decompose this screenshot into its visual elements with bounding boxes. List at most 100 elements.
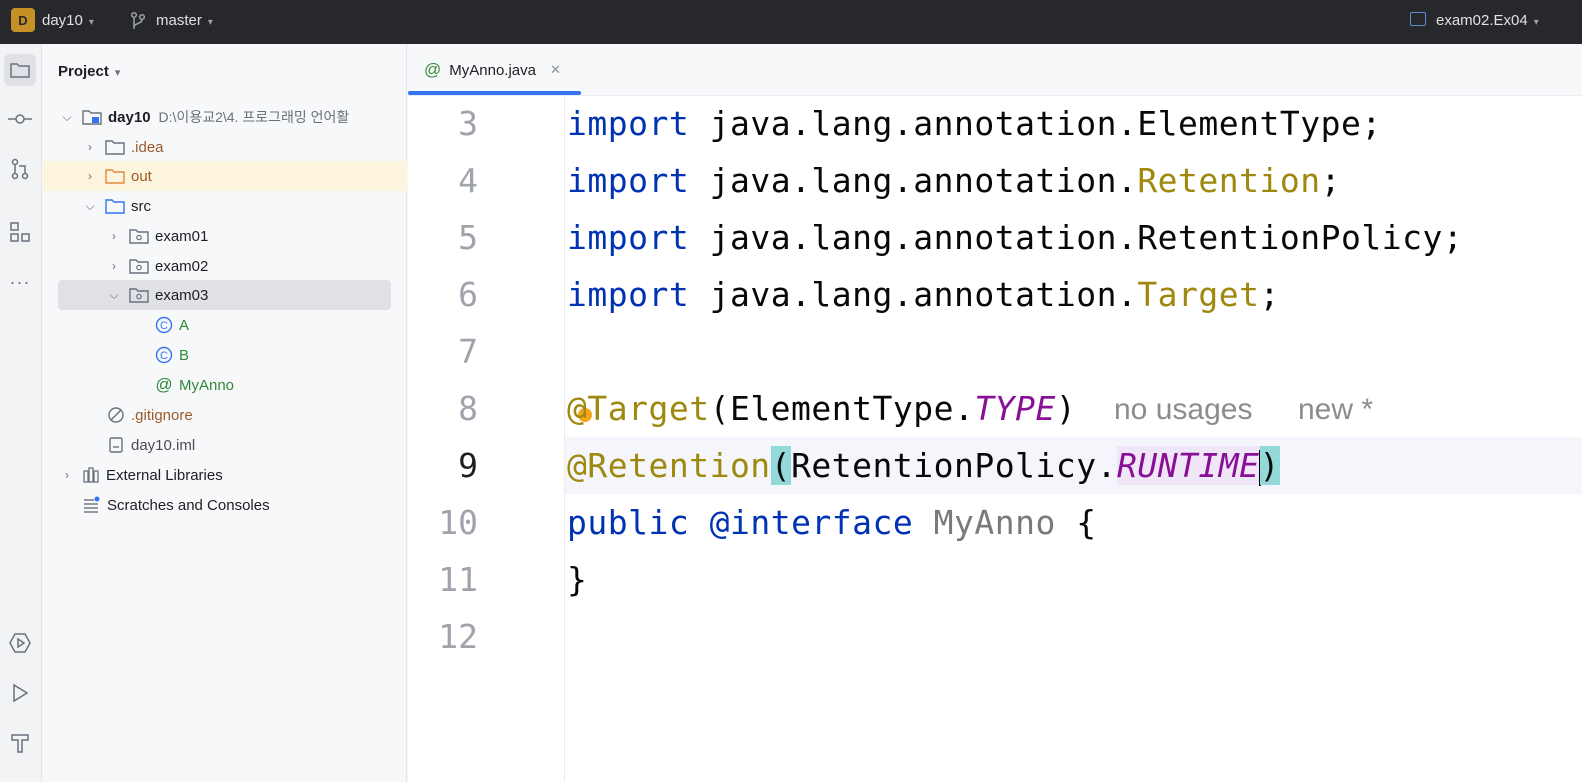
tree-item-exam03[interactable]: ⌵ exam03 [107,280,208,310]
line-number: 6 [458,275,478,314]
project-view-selector[interactable]: Project ▾ [58,63,120,80]
module-icon [82,108,102,126]
title-bar: D day10 ▾ master ▾ exam02.Ex04 ▾ [0,0,1582,44]
code-text: java.lang.annotation. [689,161,1138,200]
project-name: day10 [42,12,83,29]
chevron-right-icon[interactable]: › [60,468,74,482]
keyword: import [567,161,690,200]
folder-icon [10,63,30,78]
tree-item-external-libraries[interactable]: › External Libraries [60,460,223,490]
svg-text:C: C [160,320,168,332]
close-icon[interactable]: ✕ [550,62,561,78]
code-text: (ElementType. [709,389,975,428]
tree-item-out[interactable]: › out [83,161,152,191]
tree-item-label: day10 [108,108,151,126]
tree-item-idea[interactable]: › .idea [83,132,164,162]
run-config-icon [1410,12,1426,26]
class-ref: Retention [1137,161,1321,200]
chevron-down-icon[interactable]: ⌵ [60,110,74,125]
tree-item-label: exam03 [155,286,209,304]
chevron-down-icon: ▾ [114,67,121,79]
line-number: 7 [458,332,478,371]
annotation-icon: @ [424,60,442,79]
svg-text:C: C [160,350,168,362]
code-line-4[interactable]: import java.lang.annotation.Retention; [567,161,1341,200]
tree-item-label: exam01 [155,227,209,245]
tree-item-label: out [131,167,152,185]
chevron-right-icon[interactable]: › [83,140,97,154]
run-config-selector[interactable]: exam02.Ex04 ▾ [1436,12,1539,29]
services-tool-button[interactable] [4,627,36,659]
code-line-10[interactable]: public @interface MyAnno { [567,503,1097,542]
tab-myanno-java[interactable]: @ MyAnno.java ✕ [408,44,581,96]
structure-tool-button[interactable] [4,216,36,248]
author-hint[interactable]: new * [1298,393,1373,427]
git-branch-icon[interactable] [129,11,147,31]
code-text: java.lang.annotation. [689,275,1138,314]
tree-item-day10[interactable]: ⌵ day10 D:\이용교2\4. 프로그래밍 언어활 [60,102,349,132]
tree-item-myanno[interactable]: @ MyAnno [155,370,234,400]
code-text: { [1076,503,1097,542]
class-icon: C [155,316,173,334]
chevron-right-icon[interactable]: › [107,259,121,273]
more-tools-button[interactable]: ··· [4,266,36,298]
chevron-right-icon[interactable]: › [107,229,121,243]
tree-item-src[interactable]: ⌵ src [83,191,151,221]
tree-item-label: src [131,197,151,215]
editor-area: @ MyAnno.java ✕ 3 4 5 6 7 8 9 10 11 12 i… [408,44,1582,782]
tree-item-class-a[interactable]: C A [155,310,189,340]
tree-item-gitignore[interactable]: .gitignore [107,400,193,430]
ignored-file-icon [107,406,125,424]
tree-item-exam02[interactable]: › exam02 [107,251,208,281]
package-icon [129,227,149,245]
run-tool-button[interactable] [4,677,36,709]
source-folder-icon [105,197,125,215]
line-number: 5 [458,218,478,257]
tree-item-label: External Libraries [106,466,223,484]
tree-item-class-b[interactable]: C B [155,340,189,370]
pull-requests-tool-button[interactable] [4,153,36,185]
commit-tool-button[interactable] [4,103,36,135]
usages-hint[interactable]: no usages [1114,393,1252,427]
code-line-8[interactable]: @Target(ElementType.TYPE) [567,389,1076,428]
keyword: public [567,503,690,542]
code-line-9[interactable]: @Retention(RetentionPolicy.RUNTIME) [567,446,1280,486]
code-line-11[interactable]: } [567,560,587,599]
chevron-down-icon: ▾ [88,17,94,28]
keyword: @interface [709,503,914,542]
tree-item-label: .gitignore [131,406,193,424]
chevron-down-icon: ▾ [1533,17,1539,28]
tree-item-iml[interactable]: day10.iml [107,430,195,460]
annotation-icon: @ [155,375,173,394]
project-switcher[interactable]: day10 ▾ [42,12,94,29]
run-config-name: exam02.Ex04 [1436,12,1528,29]
build-tool-button[interactable] [4,727,36,759]
keyword: import [567,104,690,143]
run-icon [13,683,29,703]
line-number: 12 [438,617,478,656]
tree-item-exam01[interactable]: › exam01 [107,221,208,251]
tree-item-scratches[interactable]: Scratches and Consoles [83,490,270,520]
project-tool-button[interactable] [4,54,36,86]
chevron-down-icon[interactable]: ⌵ [83,199,97,214]
tree-item-label: day10.iml [131,436,196,454]
chevron-right-icon[interactable]: › [83,169,97,183]
tree-item-label: B [179,346,190,364]
commit-icon [8,114,32,124]
code-text: ; [1259,275,1280,314]
folder-icon [105,138,125,156]
more-icon: ··· [9,271,31,292]
code-line-3[interactable]: import java.lang.annotation.ElementType; [567,104,1382,143]
line-number: 10 [438,503,478,542]
line-number: 4 [458,161,478,200]
library-icon [82,466,100,484]
code-line-6[interactable]: import java.lang.annotation.Target; [567,275,1280,314]
line-number: 11 [438,560,478,599]
tree-item-label: Scratches and Consoles [107,496,270,514]
project-badge[interactable]: D [11,8,35,32]
branch-switcher[interactable]: master ▾ [156,12,213,29]
tree-item-label: exam02 [155,257,209,275]
chevron-down-icon[interactable]: ⌵ [107,288,121,303]
code-line-5[interactable]: import java.lang.annotation.RetentionPol… [567,218,1463,257]
package-icon [129,286,149,304]
